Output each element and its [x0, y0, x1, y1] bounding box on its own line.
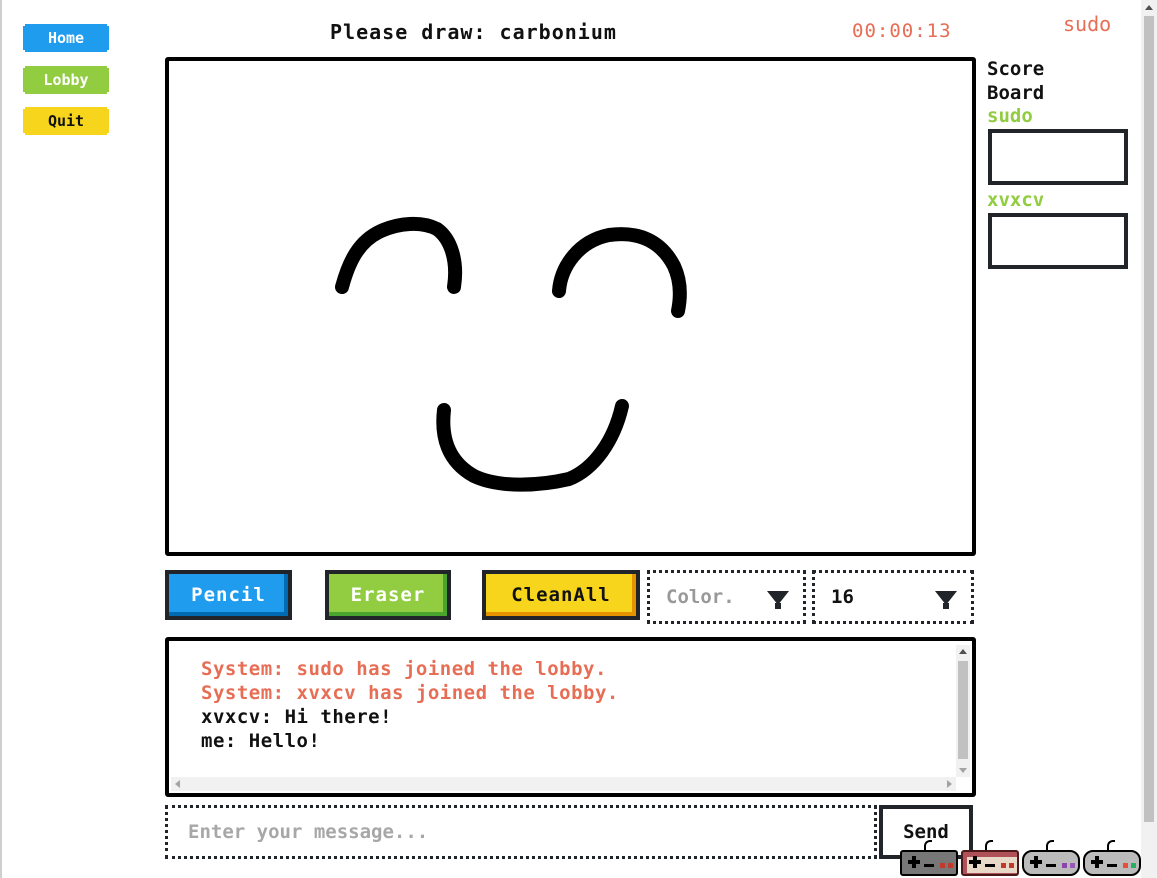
scroll-up-icon[interactable]: [959, 649, 967, 654]
home-button[interactable]: Home: [23, 24, 109, 52]
scroll-up-icon[interactable]: [1145, 5, 1153, 10]
current-username: sudo: [1063, 12, 1112, 36]
sfc-controller-icon: [1083, 840, 1141, 878]
lobby-button[interactable]: Lobby: [23, 66, 109, 94]
chevron-down-icon: [935, 591, 957, 609]
stroke-left-eye: [335, 217, 463, 294]
scroll-right-icon[interactable]: [947, 780, 952, 788]
stroke-mouth: [436, 399, 629, 492]
chat-vertical-scrollbar[interactable]: [956, 645, 970, 777]
chat-message: xvxcv: Hi there!: [201, 706, 393, 728]
snes-controller-icon: [1022, 840, 1080, 878]
chat-log[interactable]: System: sudo has joined the lobby. Syste…: [165, 637, 976, 797]
scoreboard-player-score: [988, 129, 1128, 185]
scroll-left-icon[interactable]: [175, 780, 180, 788]
color-select[interactable]: Color.: [647, 570, 806, 624]
chevron-down-icon: [767, 591, 789, 609]
canvas-drawing: [335, 217, 687, 492]
clean-all-button[interactable]: CleanAll: [482, 570, 640, 620]
scrollbar-thumb[interactable]: [1144, 16, 1154, 822]
page-scrollbar[interactable]: [1141, 0, 1157, 878]
pencil-button[interactable]: Pencil: [165, 570, 292, 620]
eraser-button[interactable]: Eraser: [325, 570, 451, 620]
scoreboard-player-name: xvxcv: [987, 189, 1045, 211]
quit-button[interactable]: Quit: [23, 107, 109, 135]
chat-message-input[interactable]: [165, 805, 877, 859]
scoreboard-title: Score Board: [987, 58, 1045, 104]
brush-size-select[interactable]: 16: [812, 570, 974, 624]
color-select-value: Color.: [666, 586, 735, 608]
drawing-canvas[interactable]: [165, 57, 976, 556]
scoreboard-player-score: [988, 213, 1128, 269]
brush-size-value: 16: [831, 586, 854, 608]
chat-message: System: xvxcv has joined the lobby.: [201, 682, 619, 704]
chat-message: System: sudo has joined the lobby.: [201, 658, 607, 680]
chat-message: me: Hello!: [201, 730, 321, 752]
famicom-controller-icon: [961, 840, 1019, 878]
scrollbar-thumb[interactable]: [958, 661, 968, 759]
scroll-down-icon[interactable]: [959, 768, 967, 773]
stroke-right-eye: [552, 227, 687, 318]
round-timer: 00:00:13: [852, 20, 952, 42]
scoreboard-player-name: sudo: [987, 105, 1033, 127]
window-edge: [0, 0, 2, 878]
draw-prompt: Please draw: carbonium: [330, 20, 617, 44]
nes-controller-icon: [900, 840, 958, 878]
chat-horizontal-scrollbar[interactable]: [171, 777, 956, 791]
